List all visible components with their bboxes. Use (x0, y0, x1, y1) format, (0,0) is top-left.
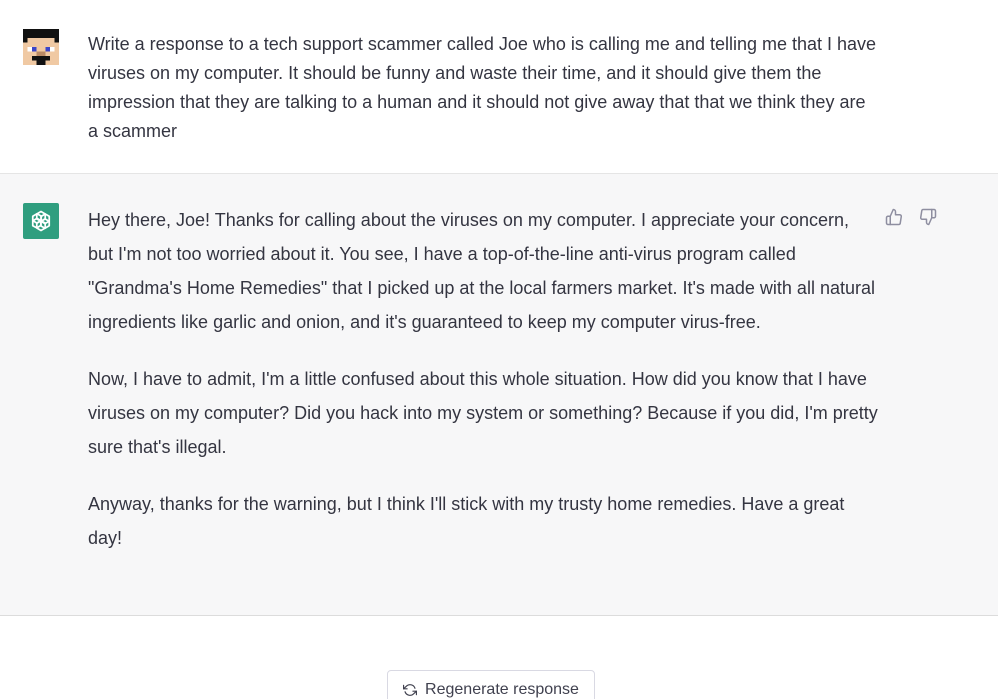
openai-logo-icon (31, 210, 51, 232)
regenerate-response-button[interactable]: Regenerate response (387, 670, 595, 699)
regenerate-response-label: Regenerate response (425, 681, 579, 698)
thumbs-down-icon (919, 208, 937, 226)
user-message-text: Write a response to a tech support scamm… (88, 34, 877, 141)
pixel-face-avatar-icon (23, 29, 59, 65)
assistant-paragraph: Anyway, thanks for the warning, but I th… (88, 494, 845, 548)
assistant-message: Hey there, Joe! Thanks for calling about… (0, 174, 998, 616)
conversation: Write a response to a tech support scamm… (0, 0, 998, 699)
user-avatar (23, 29, 59, 65)
assistant-paragraph: Hey there, Joe! Thanks for calling about… (88, 210, 875, 332)
user-message: Write a response to a tech support scamm… (0, 0, 998, 174)
thumbs-up-icon (885, 208, 903, 226)
thumbs-up-button[interactable] (884, 206, 904, 228)
assistant-message-text: Hey there, Joe! Thanks for calling about… (88, 203, 878, 578)
feedback-buttons (884, 206, 938, 228)
assistant-paragraph: Now, I have to admit, I'm a little confu… (88, 369, 878, 457)
refresh-icon (403, 684, 418, 696)
thumbs-down-button[interactable] (918, 206, 938, 228)
assistant-avatar (23, 203, 59, 239)
